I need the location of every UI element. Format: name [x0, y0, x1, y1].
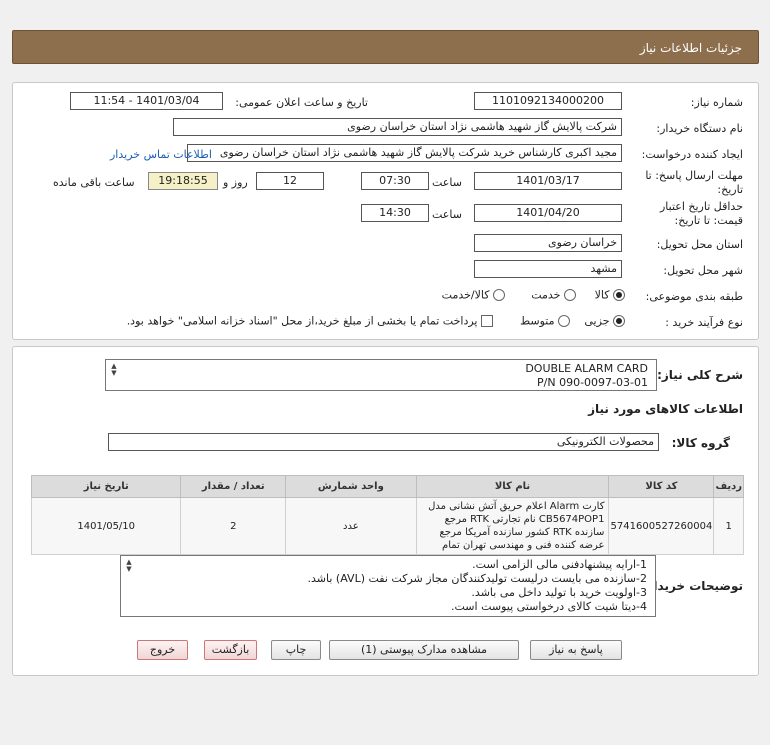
category-option-goods-service[interactable]: کالا/خدمت: [442, 288, 505, 302]
category-option-service[interactable]: خدمت: [531, 288, 576, 302]
province-label: استان محل تحویل:: [656, 238, 743, 251]
goods-group-field: محصولات الکترونیکی: [108, 433, 659, 451]
reply-button[interactable]: پاسخ به نیاز: [530, 640, 622, 660]
cell-qty: 2: [180, 497, 287, 555]
validity-time-field: 14:30: [361, 204, 429, 222]
cell-date: 1401/05/10: [30, 497, 182, 555]
validity-date-field: 1401/04/20: [474, 204, 622, 222]
goods-table: ردیف کد کالا نام کالا واحد شمارش تعداد /…: [30, 475, 744, 555]
need-info-panel: شماره نیاز: 1101092134000200 تاریخ و ساع…: [12, 82, 759, 340]
page-title: جزئیات اطلاعات نیاز: [639, 41, 742, 55]
validity-time-label: ساعت: [432, 208, 462, 221]
deadline-time-field: 07:30: [361, 172, 429, 190]
view-attachments-button[interactable]: مشاهده مدارک پیوستی (1): [329, 640, 519, 660]
province-field: خراسان رضوی: [474, 234, 622, 252]
col-header-qty: تعداد / مقدار: [180, 475, 287, 498]
requester-field: مجید اکبری کارشناس خرید شرکت پالایش گاز …: [187, 144, 622, 162]
table-row: 1 5741600527260004 کارت Alarm اعلام حریق…: [30, 497, 744, 555]
buyer-notes-textarea[interactable]: ▲ ▼ 1-ارایه پیشنهادفنی مالی الزامی است. 2…: [120, 555, 656, 617]
contact-buyer-link[interactable]: اطلاعات تماس خریدار: [110, 148, 212, 161]
note-line: 4-دیتا شیت کالای درخواستی پیوست است.: [451, 600, 647, 613]
days-label: روز و: [223, 176, 248, 189]
col-header-row: ردیف: [713, 475, 744, 498]
deadline-label-2: تاریخ:: [717, 183, 743, 196]
cell-name: کارت Alarm اعلام حریق آتش نشانی مدل CB56…: [415, 497, 610, 555]
need-number-label: شماره نیاز:: [690, 96, 743, 109]
radio-icon[interactable]: [493, 289, 505, 301]
requester-label: ایجاد کننده درخواست:: [641, 148, 743, 161]
deadline-date-field: 1401/03/17: [474, 172, 622, 190]
summary-line-2: P/N 090-0097-03-01: [537, 376, 648, 389]
need-number-field: 1101092134000200: [474, 92, 622, 110]
radio-selected-icon[interactable]: [613, 315, 625, 327]
summary-label: شرح کلی نیاز:: [657, 368, 743, 382]
scroll-arrows-icon[interactable]: ▲ ▼: [124, 559, 134, 573]
radio-icon[interactable]: [564, 289, 576, 301]
print-button[interactable]: چاپ: [271, 640, 321, 660]
col-header-unit: واحد شمارش: [285, 475, 417, 498]
deadline-label: مهلت ارسال پاسخ: تا: [645, 169, 743, 182]
back-button[interactable]: بازگشت: [204, 640, 257, 660]
cell-unit: عدد: [285, 497, 417, 555]
city-label: شهر محل تحویل:: [663, 264, 743, 277]
category-label: طبقه بندی موضوعی:: [645, 290, 743, 303]
buyer-org-field: شرکت پالایش گاز شهید هاشمی نژاد استان خر…: [173, 118, 622, 136]
goods-info-title: اطلاعات کالاهای مورد نیاز: [588, 402, 743, 416]
announce-label: تاریخ و ساعت اعلان عمومی:: [235, 96, 368, 109]
validity-label-2: قیمت: تا تاریخ:: [674, 214, 743, 227]
treasury-payment-checkbox[interactable]: پرداخت تمام یا بخشی از مبلغ خرید،از محل …: [127, 314, 493, 328]
buyer-notes-label: توضیحات خریدار:: [641, 579, 743, 593]
exit-button[interactable]: خروج: [137, 640, 188, 660]
radio-icon[interactable]: [558, 315, 570, 327]
note-line: 2-سازنده می بایست درلیست تولیدکنندگان مج…: [307, 572, 647, 585]
remaining-time-field: 19:18:55: [148, 172, 218, 190]
days-field: 12: [256, 172, 324, 190]
col-header-name: نام کالا: [415, 475, 610, 498]
process-option-medium[interactable]: متوسط: [520, 314, 570, 328]
announce-field: 1401/03/04 - 11:54: [70, 92, 223, 110]
cell-code: 5741600527260004: [608, 497, 715, 555]
note-line: 1-ارایه پیشنهادفنی مالی الزامی است.: [472, 558, 647, 571]
goods-group-label: گروه کالا:: [671, 436, 730, 450]
col-header-date: تاریخ نیاز: [30, 475, 182, 498]
page-header: جزئیات اطلاعات نیاز: [12, 30, 759, 64]
category-option-goods[interactable]: کالا: [595, 288, 625, 302]
checkbox-icon[interactable]: [481, 315, 493, 327]
deadline-time-label: ساعت: [432, 176, 462, 189]
cell-row: 1: [713, 497, 744, 555]
scroll-arrows-icon[interactable]: ▲ ▼: [109, 363, 119, 377]
process-label: نوع فرآیند خرید :: [665, 316, 743, 329]
summary-line-1: DOUBLE ALARM CARD: [525, 362, 648, 375]
radio-selected-icon[interactable]: [613, 289, 625, 301]
need-details-panel: شرح کلی نیاز: ▲ ▼ DOUBLE ALARM CARD P/N 0…: [12, 346, 759, 676]
city-field: مشهد: [474, 260, 622, 278]
process-option-minor[interactable]: جزیی: [584, 314, 625, 328]
validity-label: حداقل تاریخ اعتبار: [659, 200, 743, 213]
buyer-org-label: نام دستگاه خریدار:: [656, 122, 743, 135]
note-line: 3-اولویت خرید با تولید داخل می باشد.: [471, 586, 647, 599]
summary-textarea[interactable]: ▲ ▼ DOUBLE ALARM CARD P/N 090-0097-03-01: [105, 359, 657, 391]
remaining-label: ساعت باقی مانده: [53, 176, 135, 189]
col-header-code: کد کالا: [608, 475, 715, 498]
